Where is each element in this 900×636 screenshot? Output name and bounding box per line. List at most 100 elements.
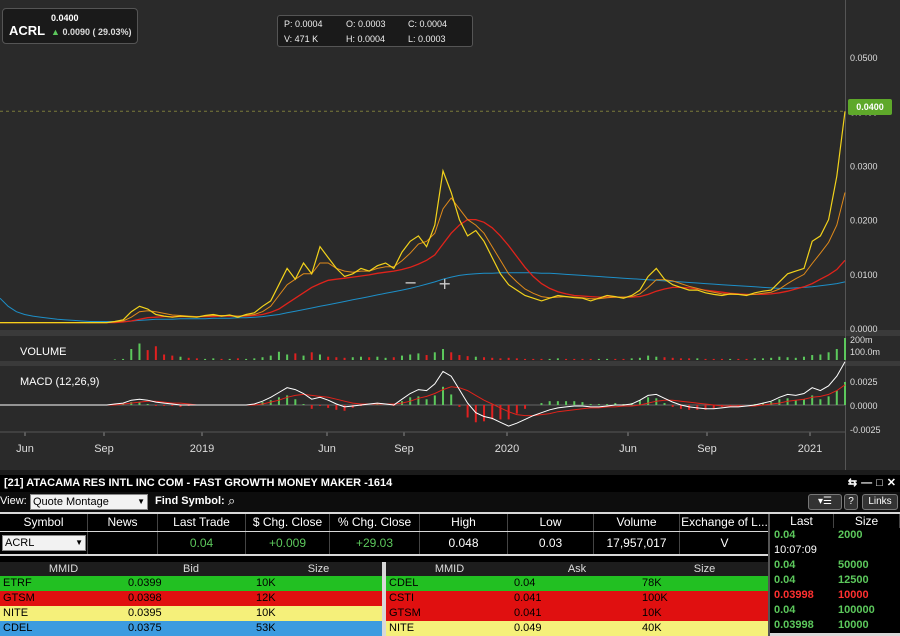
volume-bar	[220, 358, 223, 360]
symbol-select[interactable]: ACRL ▼	[0, 532, 88, 554]
ask-row[interactable]: GTSM 0.041 10K	[386, 606, 768, 621]
volume-bar	[245, 358, 248, 360]
volume-bar	[384, 357, 387, 360]
volume-bar	[130, 349, 133, 360]
depth-header-cell[interactable]: Size	[255, 562, 382, 576]
depth-header-cell[interactable]: Ask	[513, 562, 641, 576]
volume-bar	[737, 358, 740, 360]
quote-header-cell[interactable]: Volume	[594, 514, 680, 531]
quote-header-cell[interactable]: % Chg. Close	[330, 514, 420, 531]
bid-mmid: GTSM	[3, 592, 35, 604]
price-chart[interactable]: 0.0500 0.0400 0.0300 0.0200 0.0100 0.0000 − +20…	[0, 0, 900, 470]
ts-header-cell[interactable]: Size	[834, 514, 900, 528]
price-axis-label: 0.0000	[850, 324, 878, 334]
depth-header-cell[interactable]: MMID	[386, 562, 513, 576]
ask-mmid: CSTI	[389, 592, 415, 604]
ticker-change-value: 0.0090 ( 29.03%)	[62, 27, 132, 37]
chart-area[interactable]: 0.0500 0.0400 0.0300 0.0200 0.0100 0.0000 − +20…	[0, 0, 900, 470]
bid-size: 12K	[256, 592, 276, 604]
chevron-down-icon: ▼	[75, 538, 83, 547]
volume-bar	[597, 358, 600, 360]
quote-header-cell[interactable]: $ Chg. Close	[246, 514, 330, 531]
bid-row[interactable]: GTSM 0.0398 12K	[0, 591, 382, 606]
search-icon[interactable]: ⌕	[228, 493, 235, 509]
volume-bar	[720, 358, 723, 360]
ohlc-c: C: 0.0004	[408, 19, 448, 29]
volume-bar	[179, 356, 182, 360]
ask-row[interactable]: CSTI 0.041 100K	[386, 591, 768, 606]
quote-value-cell: 0.04	[158, 532, 246, 554]
ask-price: 0.041	[514, 607, 542, 619]
quote-header-cell[interactable]: High	[420, 514, 508, 531]
maximize-icon[interactable]: □	[876, 477, 883, 489]
macd-histogram-bar	[277, 397, 280, 405]
price-axis-label: 0.0200	[850, 216, 878, 226]
ts-row: 0.03998 10000	[770, 618, 900, 633]
macd-histogram-bar	[318, 405, 321, 406]
quote-header-cell[interactable]: Last Trade	[158, 514, 246, 531]
volume-bar	[778, 356, 781, 360]
macd-histogram-bar	[671, 405, 674, 407]
pane-separator	[0, 361, 900, 366]
help-button[interactable]: ?	[844, 494, 858, 510]
bid-row[interactable]: NITE 0.0395 10K	[0, 606, 382, 621]
macd-histogram-bar	[146, 404, 149, 405]
quote-header-cell[interactable]: Symbol	[0, 514, 88, 531]
ask-row[interactable]: NITE 0.049 40K	[386, 621, 768, 636]
ask-size: 78K	[642, 577, 662, 589]
ts-row: 0.04 2000	[770, 528, 900, 543]
ask-mmid: NITE	[389, 622, 415, 634]
bid-row[interactable]: ETRF 0.0399 10K	[0, 576, 382, 591]
volume-bar	[318, 354, 321, 360]
ts-size: 10000	[838, 619, 869, 631]
volume-bar	[392, 357, 395, 360]
swap-icon[interactable]: ⇆	[848, 477, 857, 489]
bid-row[interactable]: CDEL 0.0375 53K	[0, 621, 382, 636]
volume-bar	[589, 358, 592, 360]
ohlc-o: O: 0.0003	[346, 19, 386, 29]
list-menu-button[interactable]: ▾☰	[808, 494, 842, 510]
ask-size: 100K	[642, 592, 668, 604]
ticker-symbol: ACRL	[9, 23, 46, 38]
panel-title: [21] ATACAMA RES INTL INC COM - FAST GRO…	[0, 475, 900, 492]
volume-bar	[442, 349, 445, 360]
quote-header-cell[interactable]: Low	[508, 514, 594, 531]
macd-histogram-bar	[450, 394, 453, 405]
macd-histogram-bar	[827, 396, 830, 405]
links-button[interactable]: Links	[862, 494, 898, 510]
close-icon[interactable]: ✕	[887, 477, 896, 489]
volume-bar	[286, 354, 289, 360]
volume-bar	[630, 358, 633, 360]
volume-bar	[712, 358, 715, 360]
volume-bar	[113, 359, 116, 360]
current-price-tag: 0.0400	[848, 99, 892, 115]
volume-bar	[802, 356, 805, 360]
macd-histogram-bar	[565, 401, 568, 405]
ask-row[interactable]: CDEL 0.04 78K	[386, 576, 768, 591]
macd-histogram-bar	[778, 399, 781, 405]
ts-header-cell[interactable]: Last	[770, 514, 834, 528]
view-select[interactable]: Quote Montage ▼	[30, 494, 148, 510]
volume-bar	[458, 355, 461, 360]
quote-value-cell: 17,957,017	[594, 532, 680, 554]
volume-label: VOLUME	[20, 346, 67, 358]
price-line	[0, 111, 846, 324]
ask-price: 0.041	[514, 592, 542, 604]
depth-header-cell[interactable]: Size	[641, 562, 768, 576]
symbol-dropdown[interactable]: ACRL ▼	[2, 535, 86, 551]
bid-mmid: NITE	[3, 607, 29, 619]
depth-header-cell[interactable]: Bid	[127, 562, 255, 576]
macd-histogram-bar	[425, 399, 428, 405]
volume-bar	[835, 349, 838, 360]
macd-histogram-bar	[606, 404, 609, 405]
volume-bar	[573, 358, 576, 360]
minimize-icon[interactable]: —	[861, 477, 872, 489]
volume-bar	[556, 358, 559, 360]
depth-header-cell[interactable]: MMID	[0, 562, 127, 576]
quote-header-cell[interactable]: News	[88, 514, 158, 531]
bid-size: 10K	[256, 577, 276, 589]
volume-bar	[277, 351, 280, 360]
ts-size: 2000	[838, 529, 863, 541]
quote-value-cell: +0.009	[246, 532, 330, 554]
quote-header-cell[interactable]: Exchange of L...	[680, 514, 770, 531]
